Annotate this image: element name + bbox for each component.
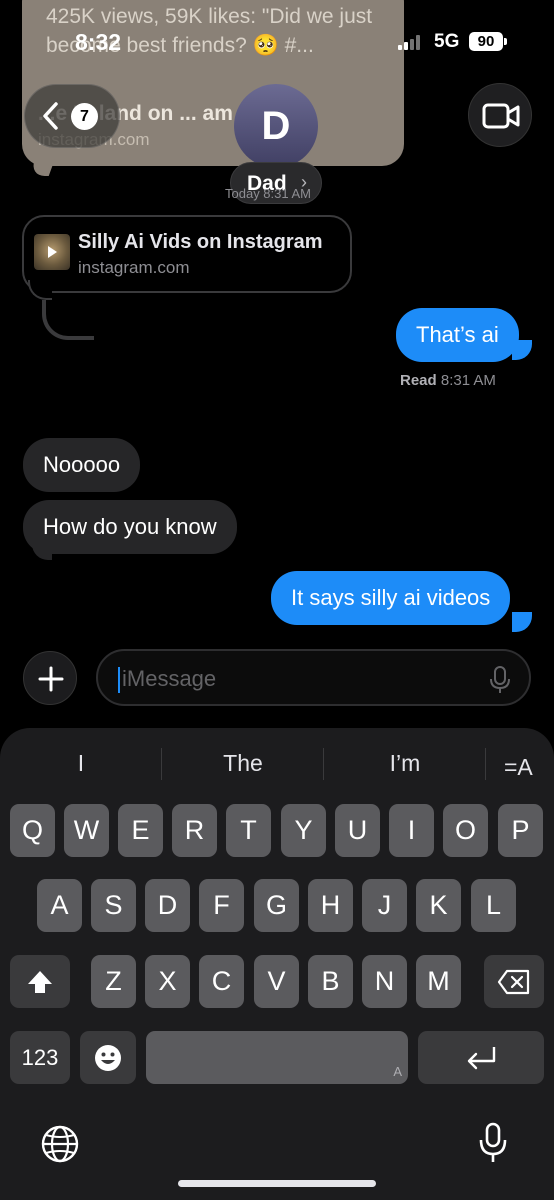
video-camera-icon: [482, 103, 520, 129]
message-bubble-received[interactable]: Nooooo: [23, 438, 141, 492]
suggestion-2[interactable]: The: [163, 750, 323, 777]
suggestion-divider: [323, 748, 324, 780]
link-preview-card[interactable]: Silly Ai Vids on Instagram instagram.com: [22, 215, 352, 293]
reply-thread-line: [42, 300, 94, 340]
unread-count-badge: 7: [71, 103, 98, 130]
key-a[interactable]: A: [37, 879, 82, 932]
suggestion-3[interactable]: I’m: [325, 750, 485, 777]
key-y[interactable]: Y: [281, 804, 326, 857]
read-time: 8:31 AM: [440, 372, 496, 389]
add-attachment-button[interactable]: [23, 651, 77, 705]
return-key[interactable]: [418, 1031, 544, 1084]
key-x[interactable]: X: [145, 955, 190, 1008]
read-label: Read: [400, 372, 437, 389]
return-icon: [467, 1047, 496, 1070]
key-j[interactable]: J: [362, 879, 407, 932]
network-type: 5G: [434, 31, 460, 52]
key-g[interactable]: G: [254, 879, 299, 932]
suggestion-1[interactable]: I: [1, 750, 161, 777]
key-u[interactable]: U: [335, 804, 380, 857]
text-cursor: [118, 667, 120, 693]
bubble-tail: [512, 612, 532, 632]
link-preview-title: Silly Ai Vids on Instagram: [78, 231, 323, 253]
key-d[interactable]: D: [145, 879, 190, 932]
key-i[interactable]: I: [389, 804, 434, 857]
key-z[interactable]: Z: [91, 955, 136, 1008]
battery-icon: [504, 38, 507, 45]
message-input[interactable]: iMessage: [96, 649, 531, 706]
key-b[interactable]: B: [308, 955, 353, 1008]
key-s[interactable]: S: [91, 879, 136, 932]
format-text-icon[interactable]: =A: [504, 754, 533, 781]
home-indicator[interactable]: [178, 1180, 376, 1187]
key-k[interactable]: K: [416, 879, 461, 932]
bubble-tail: [28, 280, 52, 300]
key-m[interactable]: M: [416, 955, 461, 1008]
key-t[interactable]: T: [226, 804, 271, 857]
back-button[interactable]: 7: [24, 84, 120, 148]
link-preview-url: instagram.com: [78, 258, 190, 277]
numbers-key[interactable]: 123: [10, 1031, 70, 1084]
bubble-tail: [512, 340, 532, 360]
key-r[interactable]: R: [172, 804, 217, 857]
key-f[interactable]: F: [199, 879, 244, 932]
message-bubble-sent[interactable]: That’s ai: [396, 308, 519, 362]
key-w[interactable]: W: [64, 804, 109, 857]
suggestion-divider: [161, 748, 162, 780]
message-bubble-sent[interactable]: It says silly ai videos: [271, 571, 511, 625]
battery-level: 90: [469, 32, 503, 51]
facetime-video-button[interactable]: [468, 83, 532, 147]
key-n[interactable]: N: [362, 955, 407, 1008]
delete-key[interactable]: [484, 955, 544, 1008]
key-q[interactable]: Q: [10, 804, 55, 857]
emoji-icon: [95, 1045, 121, 1071]
microphone-icon[interactable]: [489, 665, 511, 695]
delete-icon: [497, 969, 530, 995]
plus-icon: [38, 666, 64, 692]
key-o[interactable]: O: [443, 804, 488, 857]
globe-icon[interactable]: [40, 1124, 80, 1164]
status-time: 8:32: [75, 29, 122, 55]
shift-icon: [28, 971, 52, 993]
suggestion-divider: [485, 748, 486, 780]
key-h[interactable]: H: [308, 879, 353, 932]
shift-key[interactable]: [10, 955, 70, 1008]
back-chevron-icon: [43, 102, 58, 130]
key-e[interactable]: E: [118, 804, 163, 857]
key-l[interactable]: L: [471, 879, 516, 932]
bubble-tail: [32, 540, 52, 560]
key-v[interactable]: V: [254, 955, 299, 1008]
message-bubble-received[interactable]: How do you know: [23, 500, 237, 554]
space-key-hint: A: [393, 1064, 402, 1079]
emoji-key[interactable]: [80, 1031, 136, 1084]
message-input-placeholder: iMessage: [122, 666, 217, 691]
signal-strength-icon: [398, 34, 426, 50]
contact-avatar[interactable]: D: [234, 84, 318, 168]
video-thumbnail: [34, 234, 70, 270]
read-receipt: Read 8:31 AM: [400, 372, 496, 389]
message-timestamp: Today 8:31 AM: [225, 186, 311, 201]
key-c[interactable]: C: [199, 955, 244, 1008]
space-key[interactable]: A: [146, 1031, 408, 1084]
keyboard: I The I’m =A Q W E R T Y U I O P A S D F…: [0, 728, 554, 1200]
key-p[interactable]: P: [498, 804, 543, 857]
microphone-icon[interactable]: [478, 1122, 508, 1164]
